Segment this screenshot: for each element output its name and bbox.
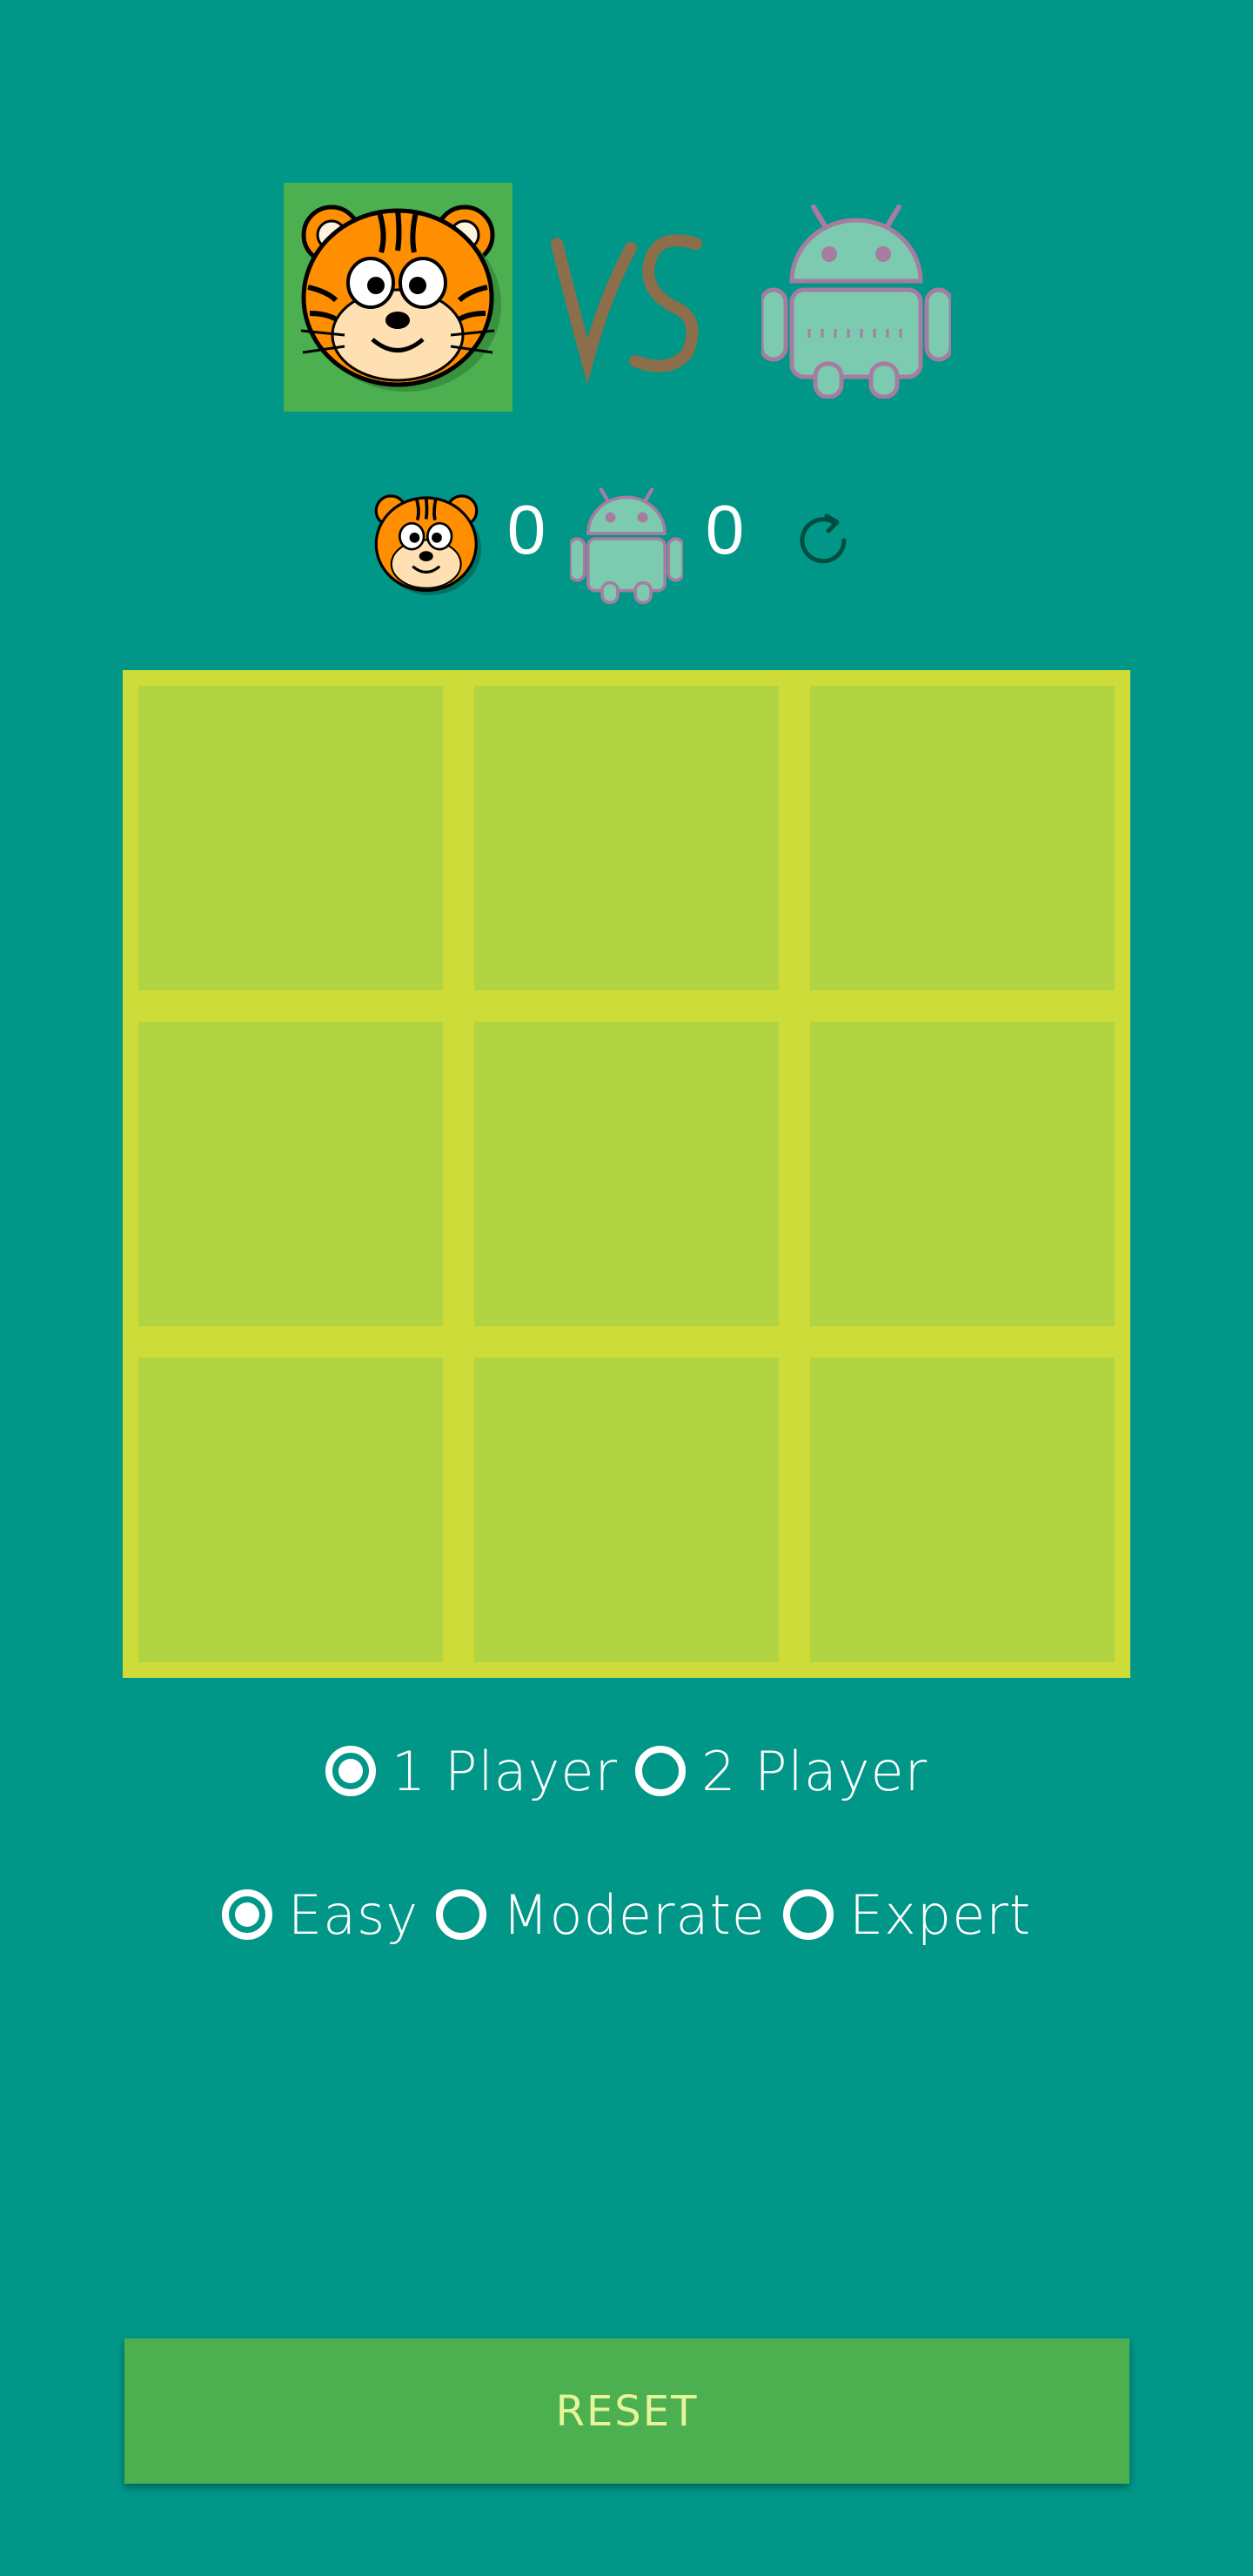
player2-score: 0 xyxy=(705,491,745,568)
vs-mark-icon xyxy=(551,234,702,383)
board-cell-7[interactable] xyxy=(138,1358,443,1662)
game-board xyxy=(123,670,1130,1678)
difficulty-option-label: Easy xyxy=(287,1882,419,1947)
refresh-icon[interactable] xyxy=(792,509,854,572)
board-cell-8[interactable] xyxy=(474,1358,779,1662)
board-cell-1[interactable] xyxy=(138,686,443,990)
difficulty-option-expert[interactable]: Expert xyxy=(782,1882,1032,1947)
board-cell-3[interactable] xyxy=(810,686,1115,990)
difficulty-option-easy[interactable]: Easy xyxy=(221,1882,419,1947)
player2-avatar xyxy=(761,198,951,399)
mode-option-1-player[interactable]: 1 Player xyxy=(325,1740,618,1803)
mode-option-2-player[interactable]: 2 Player xyxy=(635,1740,928,1803)
radio-unchecked-icon[interactable] xyxy=(635,1746,686,1796)
radio-checked-icon[interactable] xyxy=(221,1889,272,1940)
radio-unchecked-icon[interactable] xyxy=(436,1889,487,1940)
mode-option-label: 2 Player xyxy=(701,1739,928,1803)
vs-mark xyxy=(548,209,705,383)
reset-button-label: RESET xyxy=(555,2386,699,2436)
difficulty-option-label: Moderate xyxy=(502,1882,766,1947)
board-cell-5[interactable] xyxy=(474,1022,779,1326)
android-robot-icon xyxy=(761,205,951,399)
difficulty-option-moderate[interactable]: Moderate xyxy=(436,1883,766,1947)
board-cell-4[interactable] xyxy=(138,1022,443,1326)
score-tiger-icon xyxy=(365,483,487,605)
mode-option-label: 1 Player xyxy=(391,1739,618,1803)
scoreboard: 0 0 xyxy=(0,474,1253,605)
difficulty-radio-group: Easy Moderate Expert xyxy=(0,1871,1253,1958)
difficulty-option-label: Expert xyxy=(848,1882,1032,1947)
radio-checked-icon[interactable] xyxy=(325,1746,376,1796)
player1-score: 0 xyxy=(506,491,546,568)
mode-radio-group: 1 Player 2 Player xyxy=(0,1727,1253,1815)
player1-tile xyxy=(284,183,513,412)
score-android-icon xyxy=(568,483,685,605)
board-cell-6[interactable] xyxy=(810,1022,1115,1326)
reset-button[interactable]: RESET xyxy=(124,2338,1129,2484)
board-cell-2[interactable] xyxy=(474,686,779,990)
board-cell-9[interactable] xyxy=(810,1358,1115,1662)
tiger-face-icon xyxy=(300,205,501,392)
radio-unchecked-icon[interactable] xyxy=(782,1889,834,1940)
